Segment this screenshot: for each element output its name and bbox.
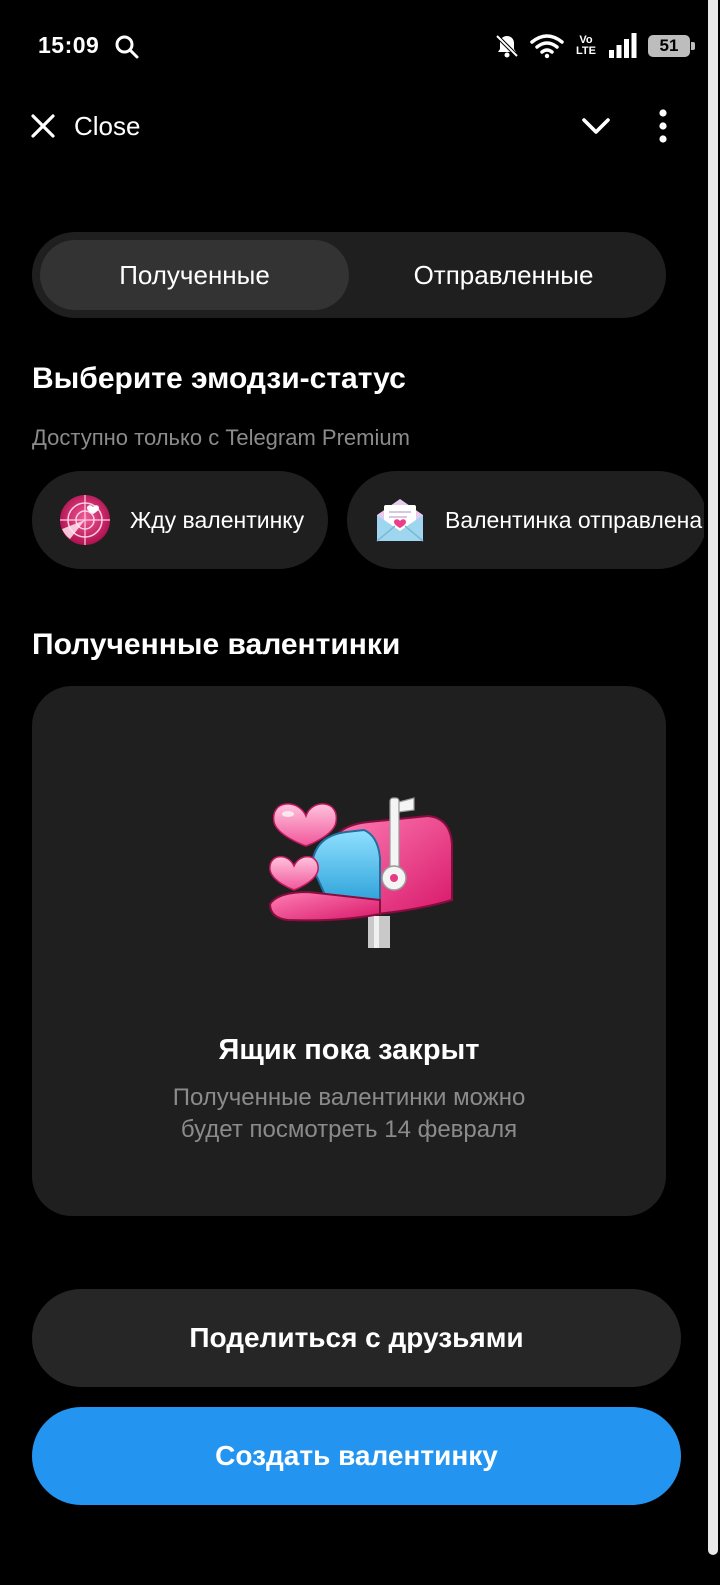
webview-header: Close [0, 96, 704, 156]
create-valentine-button[interactable]: Создать валентинку [32, 1407, 681, 1505]
love-letter-icon [376, 499, 424, 542]
empty-state-card: Ящик пока закрыт Полученные валентинки м… [32, 686, 666, 1216]
status-icons: Vo LTE 51 [494, 30, 695, 62]
radar-heart-icon [60, 495, 110, 545]
battery-icon: 51 [648, 35, 695, 57]
segmented-tabs: Полученные Отправленные [32, 232, 666, 318]
close-icon [31, 114, 55, 138]
empty-state-text: Полученные валентинки можно будет посмот… [172, 1084, 526, 1143]
scrollbar[interactable] [704, 0, 720, 1585]
bell-off-icon [495, 34, 519, 58]
chevron-down-icon[interactable] [576, 106, 616, 146]
emoji-chip-label: Валентинка отправлена [445, 506, 703, 533]
empty-state-title: Ящик пока закрыт [218, 1034, 480, 1066]
wifi-icon [530, 34, 564, 59]
close-label: Close [74, 110, 141, 141]
share-button[interactable]: Поделиться с друзьями [32, 1289, 681, 1387]
status-bar: 15:09 Vo LTE 51 [0, 0, 720, 92]
mailbox-hearts-icon [268, 797, 453, 948]
emoji-chip-waiting[interactable]: Жду валентинку [32, 471, 328, 569]
emoji-status-subtitle: Доступно только с Telegram Premium [32, 425, 410, 450]
status-time: 15:09 [38, 32, 100, 58]
more-vertical-icon[interactable] [648, 104, 678, 148]
emoji-status-list: Жду валентинку Валентинка отправлена [32, 471, 704, 569]
received-section-title: Полученные валентинки [32, 628, 401, 661]
close-button[interactable]: Close [30, 104, 140, 148]
signal-icon [609, 33, 637, 58]
emoji-status-title: Выберите эмодзи-статус [32, 362, 406, 395]
volte-icon: Vo LTE [576, 34, 596, 57]
tab-received[interactable]: Полученные [40, 240, 349, 310]
tab-sent[interactable]: Отправленные [349, 240, 658, 310]
search-icon [115, 35, 139, 59]
emoji-chip-label: Жду валентинку [130, 506, 305, 533]
scrollbar-thumb[interactable] [708, 0, 718, 1555]
emoji-chip-sent[interactable]: Валентинка отправлена [347, 471, 704, 569]
